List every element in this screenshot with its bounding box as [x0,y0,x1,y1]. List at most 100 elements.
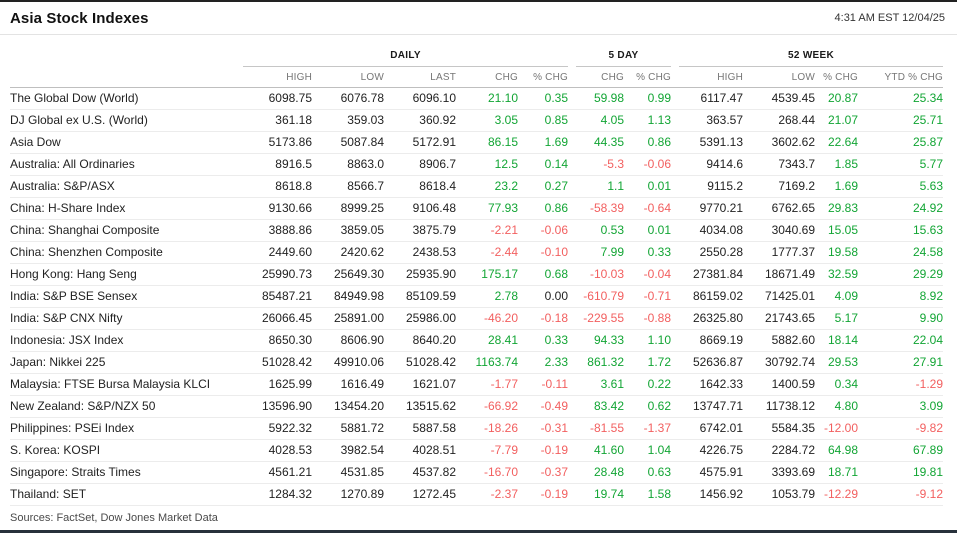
col-header-daily-high: HIGH [240,67,312,88]
52wk-high-cell: 1456.92 [671,483,744,506]
daily-low-cell: 5087.84 [312,131,384,154]
5day-pct-chg-cell: 1.72 [624,351,672,374]
5day-pct-chg-cell: -0.71 [624,285,672,308]
col-header-52wk-high: HIGH [671,67,744,88]
index-name-cell: Philippines: PSEi Index [10,417,240,440]
group-daily: DAILY [240,43,568,67]
group-5day-label: 5 DAY [608,50,639,61]
52wk-low-cell: 3393.69 [743,461,816,484]
daily-low-cell: 1616.49 [312,373,384,396]
daily-last-cell: 13515.62 [384,395,456,418]
52wk-high-cell: 86159.02 [671,285,744,308]
col-header-daily-chg: CHG [456,67,518,88]
52wk-pct-chg-cell: 4.80 [815,395,859,418]
index-name-cell: India: S&P BSE Sensex [10,285,240,308]
52wk-low-cell: 3602.62 [743,131,816,154]
daily-pct-chg-cell: 0.86 [518,197,568,220]
table-row: S. Korea: KOSPI 4028.53 3982.54 4028.51 -7.7… [10,439,944,462]
ytd-pct-chg-cell: 29.29 [858,263,944,286]
52wk-pct-chg-cell: 19.58 [815,241,859,264]
table-row: China: Shenzhen Composite 2449.60 2420.62 2… [10,241,944,264]
index-name-cell: Indonesia: JSX Index [10,329,240,352]
daily-last-cell: 1621.07 [384,373,456,396]
daily-last-cell: 85109.59 [384,285,456,308]
52wk-pct-chg-cell: 32.59 [815,263,859,286]
daily-chg-cell: -2.21 [456,219,518,242]
sources-note: Sources: FactSet, Dow Jones Market Data [10,511,218,524]
52wk-low-cell: 71425.01 [743,285,816,308]
daily-pct-chg-cell: -0.19 [518,483,568,506]
daily-pct-chg-cell: -0.49 [518,395,568,418]
daily-high-cell: 25990.73 [240,263,312,286]
daily-high-cell: 13596.90 [240,395,312,418]
daily-chg-cell: 1163.74 [456,351,518,374]
52wk-pct-chg-cell: 29.83 [815,197,859,220]
5day-pct-chg-cell: 1.13 [624,109,672,132]
ytd-pct-chg-cell: 8.92 [858,285,944,308]
5day-pct-chg-cell: -1.37 [624,417,672,440]
5day-chg-cell: 59.98 [568,87,624,110]
5day-pct-chg-cell: 0.01 [624,175,672,198]
ytd-pct-chg-cell: 22.04 [858,329,944,352]
52wk-pct-chg-cell: 18.14 [815,329,859,352]
table-row: Singapore: Straits Times 4561.21 4531.85 45… [10,461,944,484]
5day-pct-chg-cell: 0.01 [624,219,672,242]
daily-chg-cell: 77.93 [456,197,518,220]
5day-pct-chg-cell: -0.64 [624,197,672,220]
52wk-high-cell: 9770.21 [671,197,744,220]
5day-chg-cell: 83.42 [568,395,624,418]
5day-chg-cell: 19.74 [568,483,624,506]
ytd-pct-chg-cell: 15.63 [858,219,944,242]
daily-chg-cell: 12.5 [456,153,518,176]
daily-last-cell: 1272.45 [384,483,456,506]
group-spacer [10,43,240,67]
daily-low-cell: 3982.54 [312,439,384,462]
table-row: China: H-Share Index 9130.66 8999.25 9106.4… [10,197,944,220]
table-row: Australia: S&P/ASX 8618.8 8566.7 8618.4 23.2… [10,175,944,198]
52wk-low-cell: 7169.2 [743,175,816,198]
52wk-low-cell: 21743.65 [743,307,816,330]
daily-last-cell: 51028.42 [384,351,456,374]
5day-chg-cell: -610.79 [568,285,624,308]
52wk-high-cell: 9414.6 [671,153,744,176]
daily-chg-cell: -2.44 [456,241,518,264]
index-name-cell: China: Shenzhen Composite [10,241,240,264]
daily-chg-cell: 175.17 [456,263,518,286]
col-header-index [10,67,240,88]
col-header-52wk-low: LOW [743,67,816,88]
index-name-cell: Asia Dow [10,131,240,154]
daily-last-cell: 5887.58 [384,417,456,440]
52wk-pct-chg-cell: 29.53 [815,351,859,374]
daily-low-cell: 2420.62 [312,241,384,264]
52wk-high-cell: 4226.75 [671,439,744,462]
daily-low-cell: 8566.7 [312,175,384,198]
5day-pct-chg-cell: 1.10 [624,329,672,352]
52wk-high-cell: 52636.87 [671,351,744,374]
col-header-ytd-pct: YTD % CHG [858,67,944,88]
ytd-pct-chg-cell: -9.82 [858,417,944,440]
ytd-pct-chg-cell: 5.77 [858,153,944,176]
col-header-5day-pct: % CHG [624,67,672,88]
52wk-low-cell: 1777.37 [743,241,816,264]
daily-chg-cell: 3.05 [456,109,518,132]
group-52week: 52 WEEK [671,43,944,67]
group-5day: 5 DAY [568,43,672,67]
daily-low-cell: 25649.30 [312,263,384,286]
5day-chg-cell: 28.48 [568,461,624,484]
52wk-high-cell: 26325.80 [671,307,744,330]
5day-pct-chg-cell: -0.04 [624,263,672,286]
table-row: Indonesia: JSX Index 8650.30 8606.90 8640.2… [10,329,944,352]
daily-pct-chg-cell: 0.33 [518,329,568,352]
52wk-low-cell: 5882.60 [743,329,816,352]
ytd-pct-chg-cell: 24.92 [858,197,944,220]
daily-last-cell: 4537.82 [384,461,456,484]
52wk-high-cell: 4034.08 [671,219,744,242]
52wk-high-cell: 4575.91 [671,461,744,484]
table-row: China: Shanghai Composite 3888.86 3859.05 3… [10,219,944,242]
5day-pct-chg-cell: 0.33 [624,241,672,264]
5day-chg-cell: 861.32 [568,351,624,374]
table-row: India: S&P BSE Sensex 85487.21 84949.98 851… [10,285,944,308]
daily-pct-chg-cell: 2.33 [518,351,568,374]
5day-pct-chg-cell: 0.99 [624,87,672,110]
daily-chg-cell: 86.15 [456,131,518,154]
